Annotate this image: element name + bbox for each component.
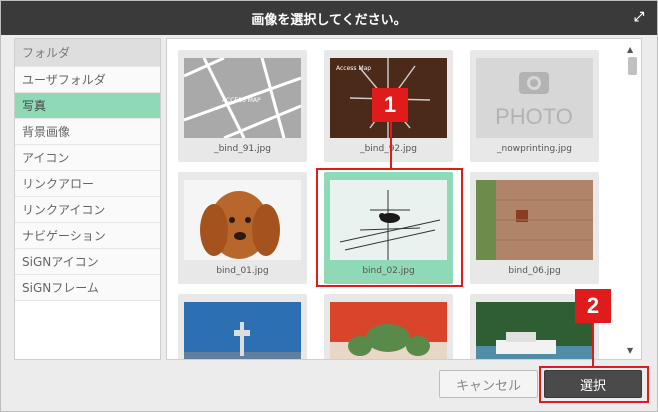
- sidebar-item-background[interactable]: 背景画像: [15, 119, 160, 145]
- callout-highlight-1: [316, 168, 463, 287]
- dialog-titlebar: 画像を選択してください。 ⤢: [1, 1, 657, 35]
- callout-line-2: [592, 321, 594, 367]
- thumbnail-filename: _bind_91.jpg: [214, 144, 271, 154]
- thumbnail-image: [476, 180, 593, 260]
- thumbnail-tile[interactable]: bind_06.jpg: [470, 172, 599, 284]
- thumbnail-filename: _nowprinting.jpg: [497, 144, 572, 154]
- callout-line-1: [390, 121, 392, 169]
- sidebar-item-link-arrow[interactable]: リンクアロー: [15, 171, 160, 197]
- image-select-dialog: 画像を選択してください。 ⤢ フォルダ ユーザフォルダ 写真 背景画像 アイコン…: [0, 0, 658, 412]
- thumbnail-image: [330, 302, 447, 359]
- thumbnail-scrollbar[interactable]: ▲ ▼: [625, 39, 639, 359]
- folder-sidebar: フォルダ ユーザフォルダ 写真 背景画像 アイコン リンクアロー リンクアイコン…: [14, 38, 161, 360]
- thumbnail-tile[interactable]: bind_01.jpg: [178, 172, 307, 284]
- callout-badge-1: 1: [372, 88, 408, 122]
- callout-badge-2: 2: [575, 289, 611, 323]
- thumbnail-image: [184, 180, 301, 260]
- sidebar-item-sign-icon[interactable]: SiGNアイコン: [15, 249, 160, 275]
- thumbnail-tile[interactable]: [324, 294, 453, 359]
- thumbnail-filename: bind_01.jpg: [216, 266, 269, 276]
- thumbnail-tile[interactable]: ACCESS MAP _bind_91.jpg: [178, 50, 307, 162]
- dialog-title: 画像を選択してください。: [251, 12, 407, 28]
- thumbnail-filename: _bind_92.jpg: [360, 144, 417, 154]
- thumbnail-image: PHOTO: [476, 58, 593, 138]
- sidebar-item-photo[interactable]: 写真: [15, 93, 160, 119]
- thumbnail-filename: bind_06.jpg: [508, 266, 561, 276]
- expand-icon[interactable]: ⤢: [631, 10, 647, 26]
- scroll-up-icon[interactable]: ▲: [627, 45, 633, 54]
- scroll-down-icon[interactable]: ▼: [627, 346, 633, 355]
- sidebar-item-user-folder[interactable]: ユーザフォルダ: [15, 67, 160, 93]
- thumbnail-image: ACCESS MAP: [184, 58, 301, 138]
- callout-highlight-2: [539, 366, 649, 403]
- sidebar-item-icon[interactable]: アイコン: [15, 145, 160, 171]
- sidebar-header-folder: フォルダ: [15, 39, 160, 67]
- scroll-thumb[interactable]: [628, 57, 637, 75]
- svg-text:Access Map: Access Map: [336, 65, 371, 72]
- sidebar-item-sign-frame[interactable]: SiGNフレーム: [15, 275, 160, 301]
- sidebar-item-link-icon[interactable]: リンクアイコン: [15, 197, 160, 223]
- svg-text:ACCESS MAP: ACCESS MAP: [222, 97, 261, 104]
- thumbnail-tile[interactable]: PHOTO _nowprinting.jpg: [470, 50, 599, 162]
- sidebar-item-navigation[interactable]: ナビゲーション: [15, 223, 160, 249]
- cancel-button[interactable]: キャンセル: [439, 370, 538, 398]
- thumbnail-image: [184, 302, 301, 359]
- svg-text:PHOTO: PHOTO: [495, 104, 573, 129]
- thumbnail-tile[interactable]: [178, 294, 307, 359]
